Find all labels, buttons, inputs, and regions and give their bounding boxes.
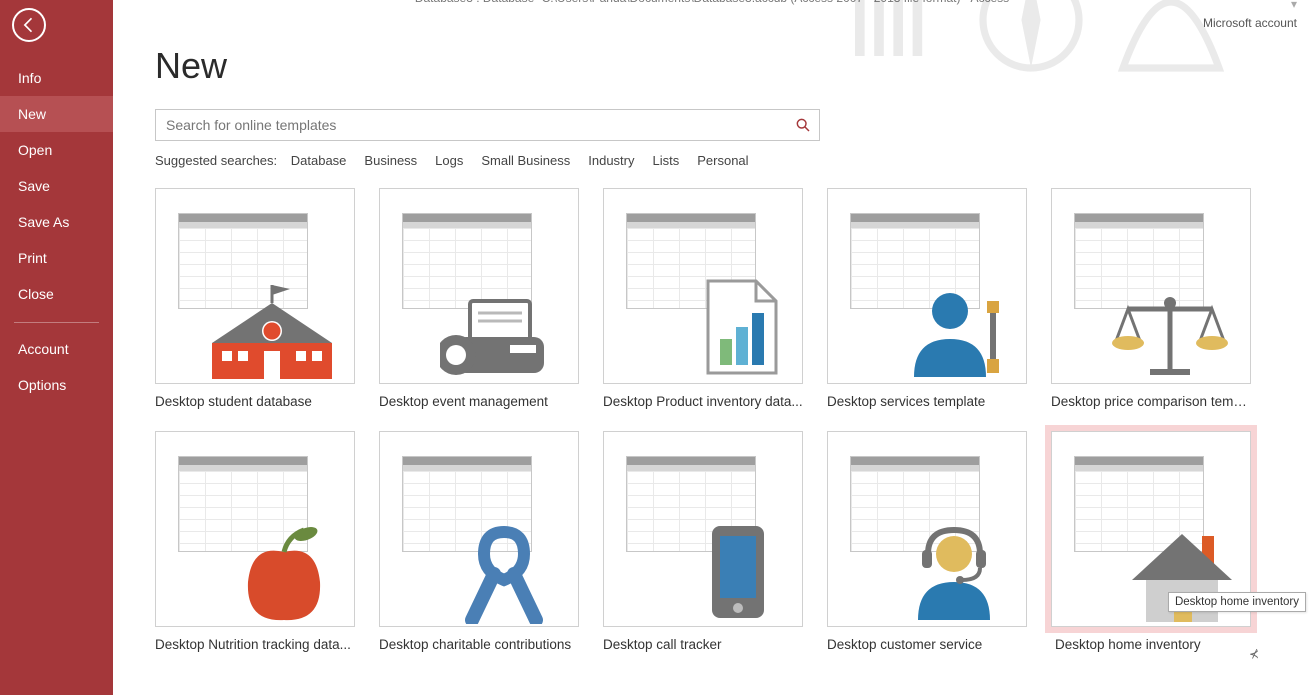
- template-caption: Desktop home inventory: [1051, 637, 1251, 652]
- template-thumb[interactable]: [827, 188, 1027, 384]
- template-tile: Desktop Product inventory data...: [603, 188, 803, 409]
- nav-save[interactable]: Save: [0, 168, 113, 204]
- template-caption: Desktop Product inventory data...: [603, 394, 803, 409]
- template-thumb[interactable]: [1051, 188, 1251, 384]
- suggested-link-business[interactable]: Business: [364, 153, 417, 168]
- nav-print[interactable]: Print: [0, 240, 113, 276]
- template-tile: Desktop student database: [155, 188, 355, 409]
- mobile-icon: [698, 522, 778, 622]
- template-caption: Desktop call tracker: [603, 637, 803, 652]
- account-label[interactable]: Microsoft account: [1203, 16, 1297, 30]
- template-caption: Desktop price comparison templ...: [1051, 394, 1251, 409]
- suggested-link-logs[interactable]: Logs: [435, 153, 463, 168]
- suggested-link-personal[interactable]: Personal: [697, 153, 748, 168]
- suggested-link-lists[interactable]: Lists: [653, 153, 680, 168]
- template-tile: Desktop services template: [827, 188, 1027, 409]
- template-caption: Desktop event management: [379, 394, 579, 409]
- template-thumb[interactable]: Desktop home inventory: [1051, 431, 1251, 627]
- backstage-sidebar: InfoNewOpenSaveSave AsPrintClose Account…: [0, 0, 113, 695]
- back-button[interactable]: [12, 8, 46, 42]
- tooltip: Desktop home inventory: [1168, 592, 1306, 612]
- nav-options[interactable]: Options: [0, 367, 113, 403]
- page-title: New: [155, 45, 1271, 87]
- template-tile: Desktop event management: [379, 188, 579, 409]
- template-thumb[interactable]: [827, 431, 1027, 627]
- template-tile: Desktop charitable contributions: [379, 431, 579, 652]
- template-caption: Desktop charitable contributions: [379, 637, 579, 652]
- template-thumb[interactable]: [379, 188, 579, 384]
- window-titlebar: Database3 : Database- C:\Users\Panda\Doc…: [113, 0, 1311, 24]
- suggested-searches: Suggested searches: Database Business Logs…: [155, 153, 1271, 168]
- search-button[interactable]: [786, 109, 820, 141]
- main-area: Database3 : Database- C:\Users\Panda\Doc…: [113, 0, 1311, 695]
- nav-info[interactable]: Info: [0, 60, 113, 96]
- template-thumb[interactable]: [155, 188, 355, 384]
- template-caption: Desktop student database: [155, 394, 355, 409]
- template-tile: Desktop call tracker: [603, 431, 803, 652]
- sidebar-separator: [14, 322, 99, 323]
- suggested-link-industry[interactable]: Industry: [588, 153, 634, 168]
- template-search: [155, 109, 820, 141]
- template-thumb[interactable]: [155, 431, 355, 627]
- nav-open[interactable]: Open: [0, 132, 113, 168]
- suggested-label: Suggested searches:: [155, 153, 277, 168]
- suggested-link-small-business[interactable]: Small Business: [481, 153, 570, 168]
- pin-icon[interactable]: ⊀: [1249, 647, 1259, 661]
- suggested-link-database[interactable]: Database: [291, 153, 347, 168]
- scales-icon: [1110, 289, 1230, 379]
- nav-account[interactable]: Account: [0, 331, 113, 367]
- headset-icon: [904, 524, 1004, 624]
- search-input[interactable]: [155, 109, 820, 141]
- template-tile: Desktop home inventory⊀Desktop home inve…: [1051, 431, 1251, 652]
- account-icon[interactable]: ▾: [1291, 0, 1297, 11]
- template-tile: Desktop customer service: [827, 431, 1027, 652]
- template-tile: Desktop price comparison templ...: [1051, 188, 1251, 409]
- ribbon-icon: [454, 524, 554, 624]
- template-caption: Desktop services template: [827, 394, 1027, 409]
- apple-icon: [234, 522, 334, 622]
- template-tile: Desktop Nutrition tracking data...: [155, 431, 355, 652]
- serviceman-icon: [902, 285, 1002, 381]
- doc-chart-icon: [700, 277, 784, 377]
- nav-new[interactable]: New: [0, 96, 113, 132]
- nav-close[interactable]: Close: [0, 276, 113, 312]
- school-icon: [212, 283, 332, 383]
- template-thumb[interactable]: [379, 431, 579, 627]
- template-grid: Desktop student database Desktop event ma…: [155, 188, 1271, 652]
- template-thumb[interactable]: [603, 188, 803, 384]
- phone-fax-icon: [440, 293, 550, 383]
- template-caption: Desktop customer service: [827, 637, 1027, 652]
- template-caption: Desktop Nutrition tracking data...: [155, 637, 355, 652]
- nav-save-as[interactable]: Save As: [0, 204, 113, 240]
- template-thumb[interactable]: [603, 431, 803, 627]
- window-title: Database3 : Database- C:\Users\Panda\Doc…: [415, 0, 1009, 4]
